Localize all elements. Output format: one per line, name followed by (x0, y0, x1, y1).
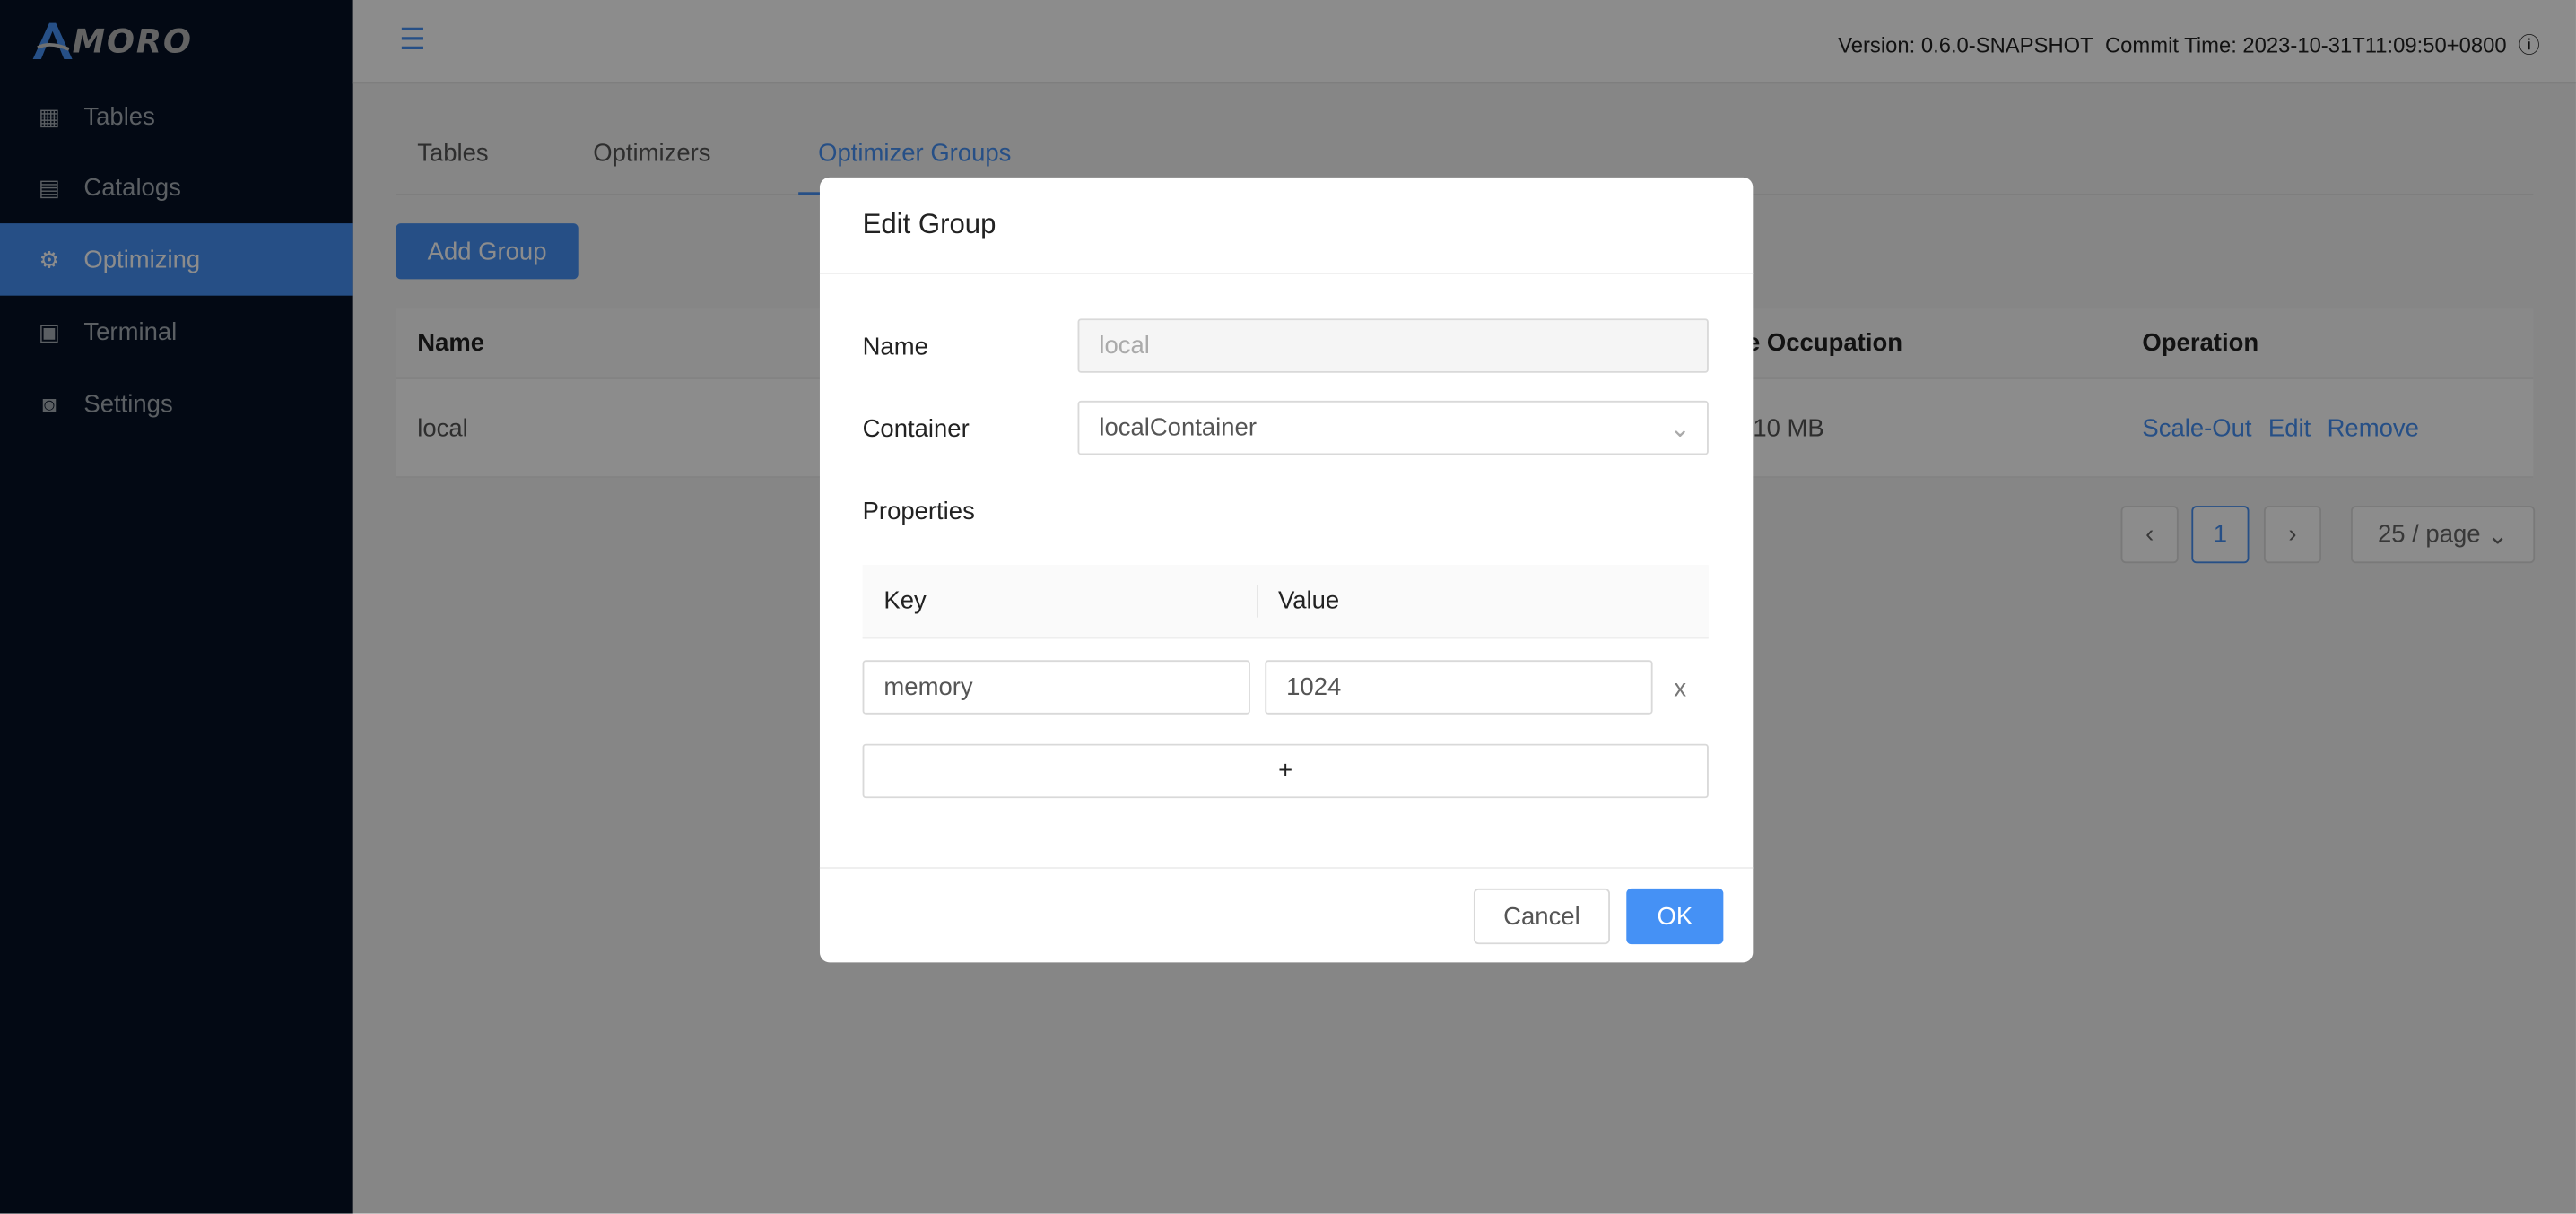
property-value-input[interactable]: 1024 (1265, 660, 1653, 715)
key-header: Key (883, 586, 927, 615)
property-key-input[interactable]: memory (862, 660, 1250, 715)
container-value: localContainer (1099, 413, 1257, 442)
value-header: Value (1277, 586, 1340, 615)
name-input[interactable]: local (1077, 318, 1709, 373)
properties-header: Key Value (862, 565, 1709, 639)
modal-footer: Cancel OK (819, 867, 1754, 962)
remove-property-icon[interactable]: x (1674, 675, 1686, 703)
name-label: Name (862, 333, 928, 361)
edit-group-modal: Edit Group Name local Container localCon… (819, 177, 1754, 963)
add-property-button[interactable]: + (862, 743, 1709, 799)
container-select[interactable]: localContainer ⌄ (1077, 400, 1709, 455)
container-label: Container (862, 415, 970, 444)
chevron-down-icon: ⌄ (1669, 414, 1691, 443)
properties-label: Properties (862, 497, 975, 526)
ok-button[interactable]: OK (1626, 888, 1724, 945)
cancel-button[interactable]: Cancel (1473, 888, 1610, 945)
modal-title: Edit Group (819, 178, 1754, 274)
